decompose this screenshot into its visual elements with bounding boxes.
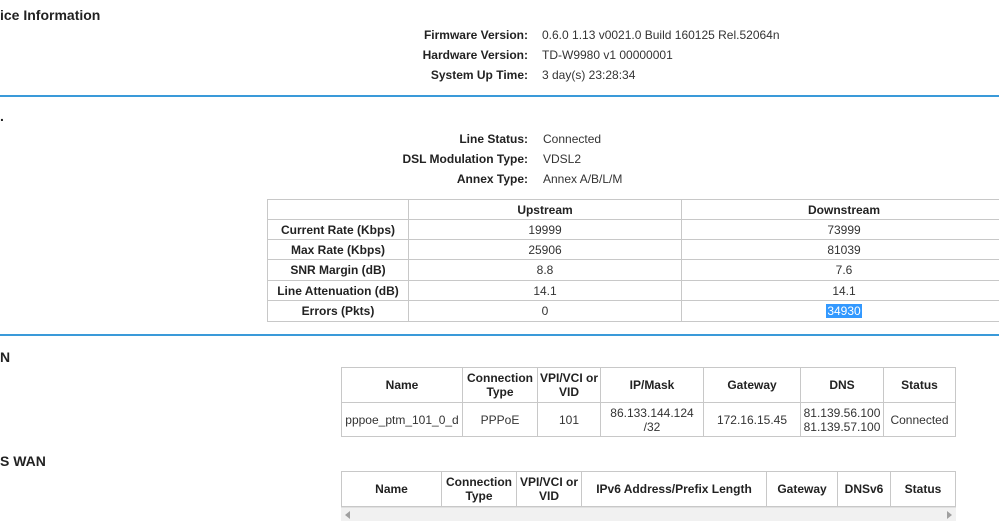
- wan-dns-cell: 81.139.56.100 81.139.57.100: [800, 402, 884, 437]
- table-row: SNR Margin (dB) 8.8 7.6: [267, 259, 999, 281]
- modulation-label: DSL Modulation Type:: [402, 152, 528, 166]
- dsl-header-blank: [267, 199, 409, 220]
- line-status-label: Line Status:: [459, 132, 528, 146]
- row-label: SNR Margin (dB): [267, 259, 409, 281]
- dsl-header-upstream: Upstream: [408, 199, 682, 220]
- table-row: Max Rate (Kbps) 25906 81039: [267, 239, 999, 260]
- scroll-left-icon[interactable]: [345, 511, 350, 519]
- ipv6-header-vpi: VPI/VCI or VID: [516, 471, 582, 507]
- wan-title: N: [0, 349, 11, 365]
- row-label: Errors (Pkts): [267, 300, 409, 322]
- downstream-cell: 81039: [681, 239, 999, 260]
- upstream-cell: 14.1: [408, 280, 682, 301]
- wan-gateway-cell: 172.16.15.45: [703, 402, 801, 437]
- dns-primary: 81.139.56.100: [803, 405, 881, 420]
- horizontal-scrollbar[interactable]: [341, 507, 956, 521]
- wan-ip-cell: 86.133.144.124 /32: [600, 402, 704, 437]
- row-label: Current Rate (Kbps): [267, 219, 409, 240]
- dsl-header-downstream: Downstream: [681, 199, 999, 220]
- downstream-cell: 73999: [681, 219, 999, 240]
- downstream-cell: 14.1: [681, 280, 999, 301]
- section-divider: [0, 95, 999, 97]
- ipv6-header-conn-type: Connection Type: [441, 471, 517, 507]
- table-row: Errors (Pkts) 0 34930: [267, 300, 999, 322]
- upstream-cell: 25906: [408, 239, 682, 260]
- wan-header-status: Status: [883, 367, 956, 403]
- table-row: pppoe_ptm_101_0_d PPPoE 101 86.133.144.1…: [341, 402, 956, 437]
- dsl-title: .: [0, 108, 4, 124]
- downstream-cell: 7.6: [681, 259, 999, 281]
- table-row: Line Attenuation (dB) 14.1 14.1: [267, 280, 999, 301]
- section-divider: [0, 334, 999, 336]
- annex-label: Annex Type:: [456, 172, 528, 186]
- table-row: Current Rate (Kbps) 19999 73999: [267, 219, 999, 240]
- row-label: Max Rate (Kbps): [267, 239, 409, 260]
- ipv6-header-addr: IPv6 Address/Prefix Length: [581, 471, 767, 507]
- ipv6-header-gateway: Gateway: [766, 471, 838, 507]
- firmware-value: 0.6.0 1.13 v0021.0 Build 160125 Rel.5206…: [542, 28, 780, 42]
- ipv6-wan-table: Name Connection Type VPI/VCI or VID IPv6…: [341, 471, 956, 507]
- wan-header-vpi: VPI/VCI or VID: [537, 367, 601, 403]
- wan-status-cell: Connected: [883, 402, 956, 437]
- wan-header-dns: DNS: [800, 367, 884, 403]
- dsl-stats-table: Upstream Downstream Current Rate (Kbps) …: [267, 199, 999, 322]
- scroll-right-icon[interactable]: [947, 511, 952, 519]
- uptime-label: System Up Time:: [430, 68, 528, 82]
- wan-vpi-cell: 101: [537, 402, 601, 437]
- device-info-title: ice Information: [0, 7, 101, 23]
- ipv6-header-name: Name: [341, 471, 442, 507]
- uptime-value: 3 day(s) 23:28:34: [542, 68, 636, 82]
- firmware-label: Firmware Version:: [423, 28, 528, 42]
- wan-header-name: Name: [341, 367, 463, 403]
- selected-text[interactable]: 34930: [826, 304, 862, 318]
- upstream-cell: 8.8: [408, 259, 682, 281]
- wan-header-gateway: Gateway: [703, 367, 801, 403]
- hardware-value: TD-W9980 v1 00000001: [542, 48, 673, 62]
- wan-name-cell: pppoe_ptm_101_0_d: [341, 402, 463, 437]
- wan-header-ip: IP/Mask: [600, 367, 704, 403]
- downstream-cell[interactable]: 34930: [681, 300, 999, 322]
- wan-conn-type-cell: PPPoE: [462, 402, 538, 437]
- ipv6-header-status: Status: [890, 471, 956, 507]
- wan-table: Name Connection Type VPI/VCI or VID IP/M…: [341, 367, 956, 437]
- annex-value: Annex A/B/L/M: [543, 172, 623, 186]
- line-status-value: Connected: [543, 132, 602, 146]
- hardware-label: Hardware Version:: [422, 48, 528, 62]
- ipv6-wan-title: S WAN: [0, 453, 46, 469]
- upstream-cell: 0: [408, 300, 682, 322]
- ipv6-header-dns: DNSv6: [837, 471, 891, 507]
- upstream-cell: 19999: [408, 219, 682, 240]
- row-label: Line Attenuation (dB): [267, 280, 409, 301]
- wan-header-conn-type: Connection Type: [462, 367, 538, 403]
- modulation-value: VDSL2: [543, 152, 582, 166]
- dns-secondary: 81.139.57.100: [803, 419, 881, 434]
